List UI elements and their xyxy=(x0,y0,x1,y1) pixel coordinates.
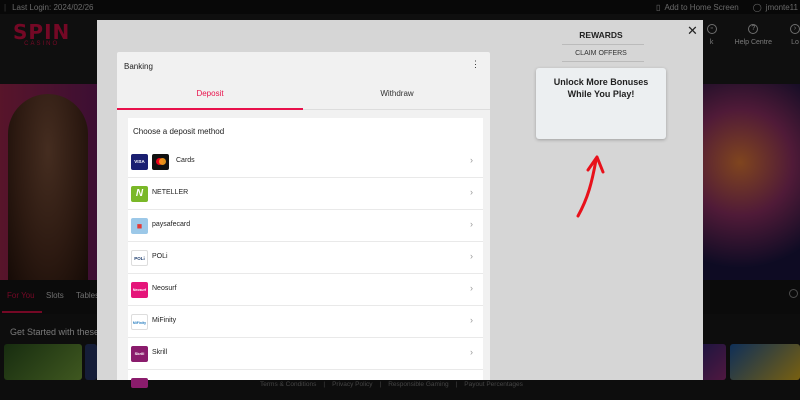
method-row-partial[interactable] xyxy=(128,370,483,400)
chevron-right-icon: › xyxy=(470,347,473,357)
method-row-poli[interactable]: POLi POLi › xyxy=(128,242,483,274)
method-row-cards[interactable]: VISA Cards › xyxy=(128,146,483,178)
method-row-skrill[interactable]: Skrill Skrill › xyxy=(128,338,483,370)
chevron-right-icon: › xyxy=(470,187,473,197)
method-label: Neosurf xyxy=(152,285,177,292)
close-icon[interactable]: ✕ xyxy=(687,24,698,37)
mastercard-icon xyxy=(152,154,169,170)
method-row-paysafecard[interactable]: ■ paysafecard › xyxy=(128,210,483,242)
method-icon xyxy=(131,378,148,388)
kebab-menu-icon[interactable]: ⋮ xyxy=(471,60,480,69)
chevron-right-icon: › xyxy=(470,219,473,229)
skrill-icon: Skrill xyxy=(131,346,148,362)
rewards-title: REWARDS xyxy=(579,30,623,40)
neosurf-icon: Neosurf xyxy=(131,282,148,298)
method-label: Skrill xyxy=(152,349,168,356)
deposit-methods-list: Choose a deposit method VISA Cards › N N… xyxy=(128,118,483,388)
claim-offers-link[interactable]: CLAIM OFFERS xyxy=(536,50,666,57)
tab-deposit[interactable]: Deposit xyxy=(117,89,303,98)
poli-icon: POLi xyxy=(131,250,148,266)
divider xyxy=(562,44,644,45)
chevron-right-icon: › xyxy=(470,283,473,293)
chevron-right-icon: › xyxy=(470,315,473,325)
rewards-card-text: Unlock More Bonuses While You Play! xyxy=(553,77,649,99)
method-row-neosurf[interactable]: Neosurf Neosurf › xyxy=(128,274,483,306)
method-label: NETELLER xyxy=(152,189,189,196)
method-label: Cards xyxy=(176,157,195,164)
neteller-icon: N xyxy=(131,186,148,202)
chevron-right-icon: › xyxy=(470,155,473,165)
visa-icon: VISA xyxy=(131,154,148,170)
method-label: POLi xyxy=(152,253,168,260)
rewards-card[interactable]: Unlock More Bonuses While You Play! xyxy=(536,68,666,139)
tab-divider xyxy=(303,109,490,110)
method-label: paysafecard xyxy=(152,221,191,228)
chevron-right-icon: › xyxy=(470,251,473,261)
divider xyxy=(562,61,644,62)
mifinity-icon: MiFinity xyxy=(131,314,148,330)
method-label: MiFinity xyxy=(152,317,177,324)
active-tab-indicator xyxy=(117,108,303,110)
method-row-mifinity[interactable]: MiFinity MiFinity › xyxy=(128,306,483,338)
paysafecard-icon: ■ xyxy=(131,218,148,234)
method-row-neteller[interactable]: N NETELLER › xyxy=(128,178,483,210)
banking-title: Banking xyxy=(124,62,153,71)
choose-method-heading: Choose a deposit method xyxy=(133,127,225,136)
red-arrow-annotation xyxy=(576,155,605,218)
tab-withdraw[interactable]: Withdraw xyxy=(304,89,490,98)
